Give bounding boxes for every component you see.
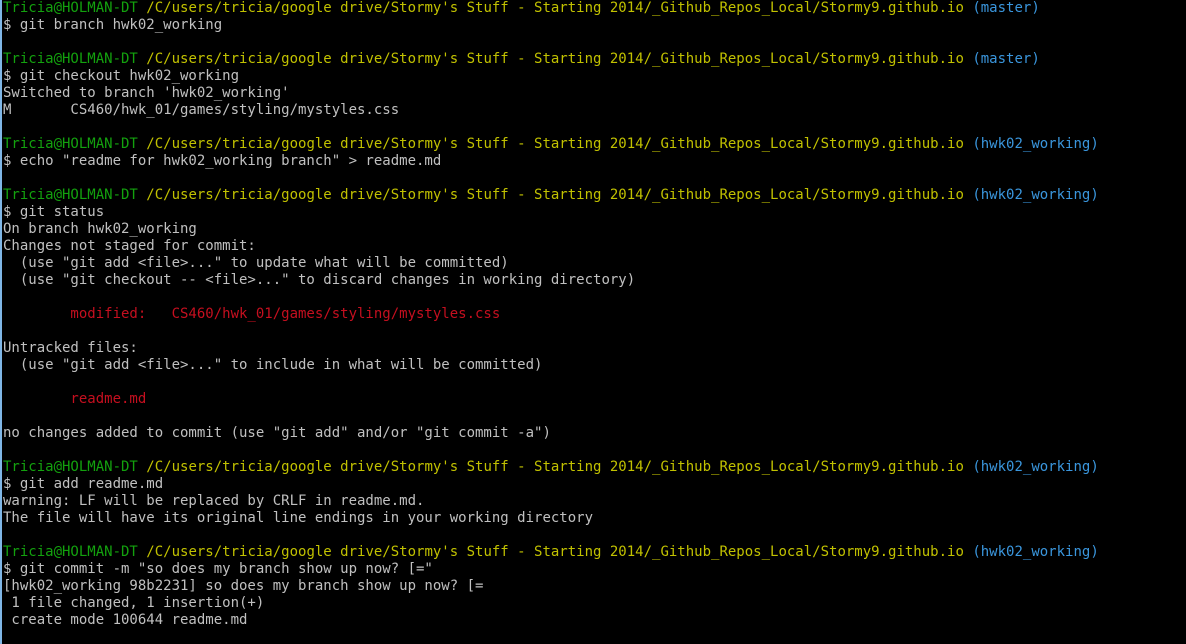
- output-line: On branch hwk02_working: [3, 221, 197, 237]
- status-file-line: readme.md: [3, 391, 147, 407]
- output-line: warning: LF will be replaced by CRLF in …: [3, 493, 425, 509]
- output-line: $ git checkout hwk02_working: [3, 68, 240, 84]
- prompt-line: Tricia@HOLMAN-DT /C/users/tricia/google …: [3, 51, 1184, 68]
- prompt-branch: (hwk02_working): [972, 136, 1099, 152]
- output-line: $ git commit -m "so does my branch show …: [3, 561, 433, 577]
- status-file-line: modified: CS460/hwk_01/games/styling/mys…: [3, 306, 501, 322]
- prompt-line: Tricia@HOLMAN-DT /C/users/tricia/google …: [3, 459, 1184, 476]
- output-line: create mode 100644 readme.md: [3, 612, 248, 628]
- output-line: (use "git checkout -- <file>..." to disc…: [3, 272, 636, 288]
- output-line: $ echo "readme for hwk02_working branch"…: [3, 153, 442, 169]
- output-line: $ git add readme.md: [3, 476, 164, 492]
- terminal-output[interactable]: Tricia@HOLMAN-DT /C/users/tricia/google …: [3, 0, 1184, 644]
- prompt-user: Tricia@HOLMAN-DT: [3, 459, 138, 475]
- output-line: [hwk02_working 98b2231] so does my branc…: [3, 578, 484, 594]
- output-line: Untracked files:: [3, 340, 138, 356]
- prompt-user: Tricia@HOLMAN-DT: [3, 187, 138, 203]
- prompt-branch: (master): [972, 0, 1040, 16]
- prompt-line: Tricia@HOLMAN-DT /C/users/tricia/google …: [3, 0, 1184, 17]
- output-line: M CS460/hwk_01/games/styling/mystyles.cs…: [3, 102, 400, 118]
- prompt-path: /C/users/tricia/google drive/Stormy's St…: [146, 544, 964, 560]
- output-line: (use "git add <file>..." to update what …: [3, 255, 509, 271]
- output-line: 1 file changed, 1 insertion(+): [3, 595, 265, 611]
- output-line: $ git branch hwk02_working: [3, 17, 223, 33]
- prompt-branch: (hwk02_working): [972, 544, 1099, 560]
- prompt-user: Tricia@HOLMAN-DT: [3, 0, 138, 16]
- prompt-user: Tricia@HOLMAN-DT: [3, 136, 138, 152]
- output-line: (use "git add <file>..." to include in w…: [3, 357, 543, 373]
- prompt-user: Tricia@HOLMAN-DT: [3, 51, 138, 67]
- prompt-user: Tricia@HOLMAN-DT: [3, 544, 138, 560]
- output-line: no changes added to commit (use "git add…: [3, 425, 551, 441]
- window-left-edge: [0, 0, 2, 644]
- prompt-branch: (master): [972, 51, 1040, 67]
- prompt-path: /C/users/tricia/google drive/Stormy's St…: [146, 0, 964, 16]
- output-line: The file will have its original line end…: [3, 510, 594, 526]
- prompt-branch: (hwk02_working): [972, 187, 1099, 203]
- output-line: Changes not staged for commit:: [3, 238, 256, 254]
- prompt-line: Tricia@HOLMAN-DT /C/users/tricia/google …: [3, 187, 1184, 204]
- prompt-line: Tricia@HOLMAN-DT /C/users/tricia/google …: [3, 136, 1184, 153]
- prompt-path: /C/users/tricia/google drive/Stormy's St…: [146, 51, 964, 67]
- prompt-line: Tricia@HOLMAN-DT /C/users/tricia/google …: [3, 544, 1184, 561]
- output-line: $ git status: [3, 204, 105, 220]
- prompt-path: /C/users/tricia/google drive/Stormy's St…: [146, 136, 964, 152]
- prompt-branch: (hwk02_working): [972, 459, 1099, 475]
- prompt-path: /C/users/tricia/google drive/Stormy's St…: [146, 459, 964, 475]
- prompt-path: /C/users/tricia/google drive/Stormy's St…: [146, 187, 964, 203]
- output-line: Switched to branch 'hwk02_working': [3, 85, 290, 101]
